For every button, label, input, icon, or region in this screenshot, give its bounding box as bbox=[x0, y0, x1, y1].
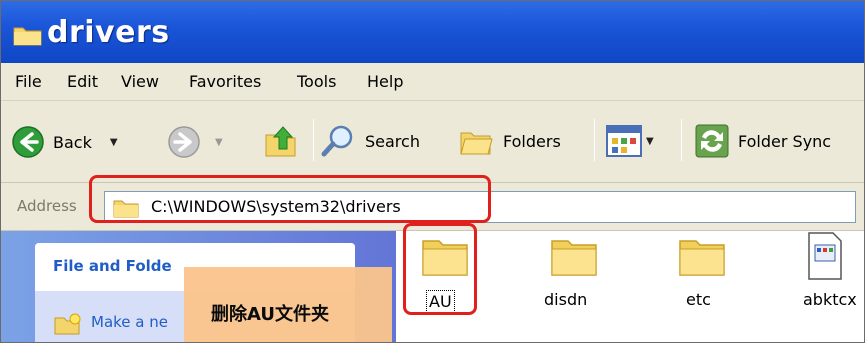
forward-button[interactable]: ▼ bbox=[167, 125, 223, 159]
folder-icon bbox=[678, 233, 726, 281]
menu-file[interactable]: File bbox=[15, 72, 42, 91]
folders-icon bbox=[460, 132, 493, 155]
explorer-window: drivers File Edit View Favorites Tools H… bbox=[0, 0, 865, 343]
annotation-callout: 删除AU文件夹 bbox=[184, 267, 392, 342]
folder-icon bbox=[550, 233, 598, 281]
content-area: File and Folde Make a ne 删除AU文件夹 AU disd… bbox=[1, 223, 864, 342]
folders-button[interactable]: Folders bbox=[457, 123, 561, 159]
forward-arrow-icon bbox=[168, 126, 200, 158]
address-highlight bbox=[89, 175, 491, 223]
menu-favorites[interactable]: Favorites bbox=[189, 72, 261, 91]
toolbar-separator bbox=[681, 119, 682, 161]
window-title: drivers bbox=[47, 15, 170, 50]
menu-edit[interactable]: Edit bbox=[67, 72, 98, 91]
menu-bar: File Edit View Favorites Tools Help bbox=[1, 63, 864, 101]
file-label: disdn bbox=[544, 290, 588, 309]
file-label: etc bbox=[686, 290, 711, 309]
up-folder-button[interactable] bbox=[263, 123, 299, 159]
back-label: Back bbox=[53, 132, 92, 152]
toolbar-separator bbox=[313, 119, 314, 161]
chevron-down-icon[interactable]: ▼ bbox=[110, 137, 118, 148]
menu-help[interactable]: Help bbox=[367, 72, 403, 91]
folder-up-icon bbox=[265, 126, 296, 157]
task-panel-title: File and Folde bbox=[53, 257, 172, 275]
task-pane: File and Folde Make a ne 删除AU文件夹 bbox=[1, 231, 396, 342]
folder-sync-label: Folder Sync bbox=[738, 131, 832, 151]
search-button[interactable]: Search bbox=[321, 123, 420, 159]
au-highlight bbox=[403, 223, 477, 315]
folder-sync-icon bbox=[695, 124, 729, 158]
views-button[interactable]: ▼ bbox=[606, 125, 654, 157]
menu-tools[interactable]: Tools bbox=[297, 72, 336, 91]
menu-view[interactable]: View bbox=[121, 72, 159, 91]
toolbar: Back ▼ ▼ Search Folders ▼ Folder Sync bbox=[1, 101, 864, 183]
chevron-down-icon[interactable]: ▼ bbox=[215, 137, 223, 148]
search-icon bbox=[321, 125, 353, 157]
file-label: abktcx bbox=[803, 290, 857, 309]
title-bar[interactable]: drivers bbox=[1, 1, 864, 63]
search-label: Search bbox=[365, 131, 420, 151]
new-folder-icon bbox=[53, 313, 81, 339]
chevron-down-icon[interactable]: ▼ bbox=[646, 136, 654, 147]
annotation-text: 删除AU文件夹 bbox=[211, 304, 329, 325]
folders-label: Folders bbox=[503, 131, 561, 151]
views-icon bbox=[606, 125, 642, 157]
toolbar-separator bbox=[594, 119, 595, 161]
system-file-icon bbox=[805, 231, 845, 285]
back-button[interactable]: Back ▼ bbox=[11, 125, 118, 159]
folder-icon bbox=[13, 24, 43, 50]
folder-sync-button[interactable]: Folder Sync bbox=[694, 123, 831, 159]
address-label: Address bbox=[17, 197, 77, 215]
task-item-make-new-folder[interactable]: Make a ne bbox=[91, 313, 168, 331]
back-arrow-icon bbox=[12, 126, 44, 158]
